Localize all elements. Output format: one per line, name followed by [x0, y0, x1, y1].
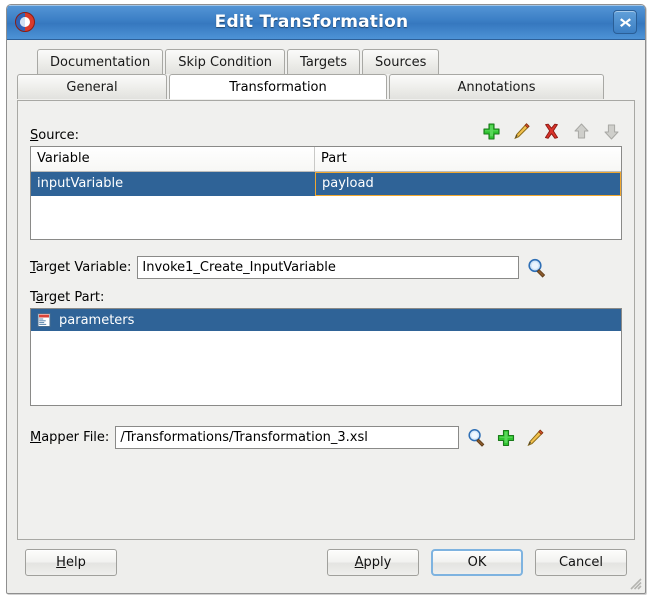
resize-grip[interactable] [629, 577, 642, 590]
window-title: Edit Transformation [214, 12, 409, 32]
edit-transformation-dialog: Edit Transformation Documentation Skip C… [6, 4, 646, 594]
ok-button[interactable]: OK [431, 548, 523, 576]
target-variable-row: Target Variable: Invoke1_Create_InputVar… [30, 256, 622, 279]
target-part-label-rest: rget Part: [43, 290, 105, 305]
mapper-file-browse-magnifier-icon[interactable] [466, 427, 488, 449]
mapper-file-input[interactable]: /Transformations/Transformation_3.xsl [115, 426, 460, 449]
titlebar-highlight [8, 5, 644, 6]
target-variable-label-rest: arget Variable: [35, 260, 132, 275]
tab-documentation[interactable]: Documentation [37, 49, 164, 74]
help-button[interactable]: Help [25, 548, 117, 576]
tab-sources[interactable]: Sources [362, 49, 440, 74]
source-label: Source: [30, 128, 79, 143]
target-variable-input[interactable]: Invoke1_Create_InputVariable [137, 256, 520, 279]
target-variable-browse-magnifier-icon[interactable] [526, 257, 548, 279]
move-up-icon [571, 121, 592, 142]
tab-strip: Documentation Skip Condition Targets Sou… [7, 40, 645, 100]
close-button[interactable] [613, 10, 637, 34]
close-icon [619, 17, 631, 27]
apply-button[interactable]: Apply [327, 548, 419, 576]
tab-general[interactable]: General [17, 74, 167, 99]
target-part-label-mnemonic: a [35, 290, 44, 305]
help-button-rest: elp [65, 554, 86, 570]
add-icon[interactable] [481, 121, 502, 142]
tab-skip-condition[interactable]: Skip Condition [165, 49, 286, 74]
cell-variable[interactable]: inputVariable [31, 172, 315, 196]
tab-transformation[interactable]: Transformation [169, 74, 387, 99]
mapper-file-label-mnemonic: M [30, 430, 42, 445]
transformation-panel: Source: Variable Part inputVariable payl… [17, 100, 635, 540]
source-label-rest: ource: [38, 128, 80, 143]
tab-targets[interactable]: Targets [287, 49, 361, 74]
schema-part-icon [36, 312, 52, 328]
cancel-button[interactable]: Cancel [535, 548, 627, 576]
mapper-file-label-rest: apper File: [41, 430, 110, 445]
apply-button-rest: pply [363, 554, 392, 570]
delete-icon[interactable] [541, 121, 562, 142]
dialog-footer: Help Apply OK Cancel [7, 531, 645, 593]
mapper-file-edit-icon[interactable] [524, 427, 546, 449]
title-bar[interactable]: Edit Transformation [7, 5, 645, 40]
list-item[interactable]: parameters [31, 309, 621, 331]
tab-row-lower: General Transformation Annotations [17, 74, 635, 100]
move-down-icon [601, 121, 622, 142]
oracle-jdeveloper-icon [14, 11, 36, 33]
source-table-header: Variable Part [31, 147, 621, 172]
list-item-label: parameters [59, 312, 135, 328]
source-table[interactable]: Variable Part inputVariable payload [30, 146, 622, 240]
tab-row-upper: Documentation Skip Condition Targets Sou… [17, 49, 635, 75]
edit-icon[interactable] [511, 121, 532, 142]
table-row[interactable]: inputVariable payload [31, 172, 621, 196]
help-button-mnemonic: H [56, 554, 66, 570]
tab-annotations[interactable]: Annotations [389, 74, 604, 99]
source-header: Source: [30, 117, 622, 143]
target-part-label: Target Part: [30, 290, 622, 305]
mapper-file-label: Mapper File: [30, 430, 109, 445]
target-variable-label: Target Variable: [30, 260, 131, 275]
mapper-file-create-add-icon[interactable] [495, 427, 517, 449]
target-part-list[interactable]: parameters [30, 308, 622, 406]
mapper-file-row: Mapper File: /Transformations/Transforma… [30, 426, 622, 449]
apply-button-mnemonic: A [354, 554, 364, 570]
column-header-variable[interactable]: Variable [31, 147, 315, 171]
source-toolbar [481, 121, 622, 142]
column-header-part[interactable]: Part [315, 147, 621, 171]
cell-part[interactable]: payload [315, 172, 621, 196]
